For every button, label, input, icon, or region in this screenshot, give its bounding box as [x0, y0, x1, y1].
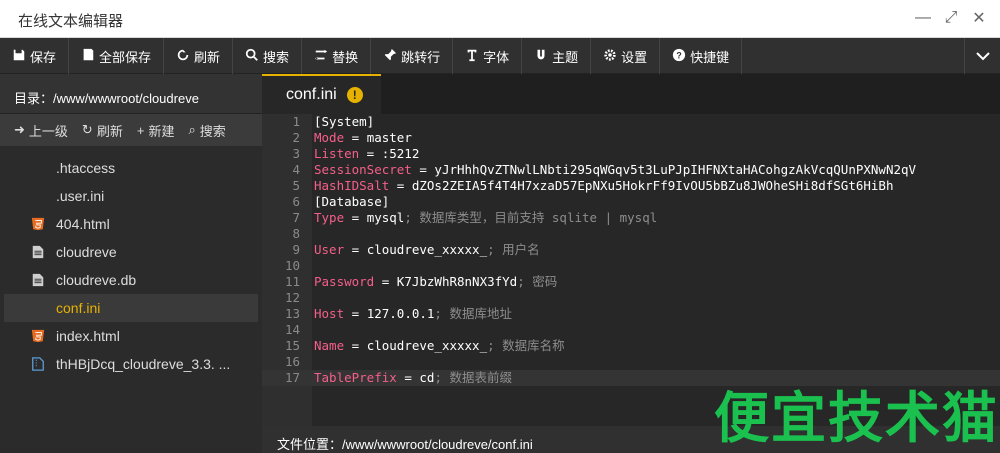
search-button[interactable]: 搜索 [233, 38, 303, 74]
tab-label: conf.ini [286, 86, 337, 103]
file-item[interactable]: 404.html [4, 210, 258, 238]
file-item[interactable]: conf.ini [4, 294, 258, 322]
theme-button[interactable]: 主题 [522, 38, 592, 74]
file-name: 404.html [56, 216, 110, 232]
document-icon [30, 244, 46, 260]
search-icon [245, 48, 259, 65]
file-name: .user.ini [56, 188, 105, 204]
code-line: 7 Type = mysql; 数据库类型，目前支持 sqlite | mysql… [292, 210, 658, 225]
refresh-icon: ↻ [81, 122, 93, 137]
code-line: 10 [284, 258, 300, 273]
code-line: 1[System][System] [292, 114, 375, 129]
file-sidebar: 目录：/www/wwwroot/cloudreve ➜ 上一级 ↻ 刷新 + 新建 ⌕… [0, 74, 262, 453]
settings-button[interactable]: 设置 [591, 38, 661, 74]
refresh-icon [176, 48, 190, 65]
new-file-button[interactable]: + 新建 [137, 121, 175, 140]
watermark-text: 便宜技术猫 [714, 386, 1000, 450]
blank-icon [30, 188, 46, 204]
save-icon [12, 48, 26, 65]
file-item[interactable]: .htaccess [4, 154, 258, 182]
file-name: thHBjDcq_cloudreve_3.3. ... [56, 356, 231, 372]
file-name: index.html [56, 328, 120, 344]
file-item[interactable]: index.html [4, 322, 258, 350]
maximize-icon[interactable]: ⤢ [942, 8, 960, 28]
file-item[interactable]: cloudreve.db [4, 266, 258, 294]
code-line: 8 [292, 226, 300, 241]
search-icon: ⌕ [188, 122, 196, 137]
pin-icon [383, 48, 397, 65]
code-line: 5 HashIDSalt = dZOs2ZEIA5f4T4H7xzaD57EpNX… [292, 178, 894, 193]
search-files-button[interactable]: ⌕ 搜索 [188, 121, 225, 140]
warning-icon: ! [346, 87, 363, 103]
gear-icon [603, 48, 617, 65]
replace-icon [314, 48, 328, 65]
code-line: 16 [284, 354, 300, 369]
document-icon [30, 272, 46, 288]
save-all-icon [81, 48, 95, 65]
file-item[interactable]: .user.ini [4, 182, 258, 210]
theme-icon [534, 48, 548, 65]
code-line: 13Host = 127.0.0.1; 数据库地址Host = 127.0.0.… [284, 306, 512, 321]
chevron-down-icon [975, 52, 990, 61]
code-line: 15Name = cloudreve_xxxxx_; 数据库名称Name = c… [284, 338, 565, 353]
blank-icon [30, 160, 46, 176]
replace-button[interactable]: 替换 [302, 38, 372, 74]
save-button[interactable]: 保存 [0, 38, 70, 74]
code-line: 6[Database][Database] [292, 194, 390, 209]
toolbar: 保存 全部保存 刷新 搜索 替换 跳转行 字体 主题 设置? 快捷键 [0, 38, 1000, 74]
code-line: 11Password = K7JbzWhR8nNX3fYd; 密码Passwor… [284, 274, 558, 289]
file-name: cloudreve.db [56, 272, 137, 288]
minimize-icon[interactable]: — [914, 8, 932, 28]
plus-icon: + [136, 122, 145, 138]
font-button[interactable]: 字体 [453, 38, 523, 74]
file-name: .htaccess [56, 160, 116, 176]
help-icon: ? [672, 48, 686, 65]
font-icon [465, 48, 479, 65]
html5-icon [30, 216, 46, 232]
code-line: 2Mode = masterMode = master [292, 130, 412, 145]
goto-button[interactable]: 跳转行 [371, 38, 454, 74]
file-item[interactable]: cloudreve [4, 238, 258, 266]
code-line: 14 [284, 322, 300, 337]
tab-conf-ini[interactable]: conf.ini ! [262, 74, 381, 114]
go-up-button[interactable]: ➜ 上一级 [14, 121, 68, 140]
file-item[interactable]: thHBjDcq_cloudreve_3.3. ... [4, 350, 258, 378]
window-title: 在线文本编辑器 [18, 13, 124, 30]
toolbar-expand-button[interactable] [964, 38, 1000, 74]
code-line: 9User = cloudreve_xxxxx_; 用户名User = clou… [292, 242, 540, 257]
shortcuts-button[interactable]: ? 快捷键 [660, 38, 743, 74]
refresh-button[interactable]: 刷新 [164, 38, 234, 74]
code-line: 4 SessionSecret = yJrHhhQvZTNwlLNbti295qW… [292, 162, 917, 177]
html5-icon [30, 328, 46, 344]
file-name: conf.ini [56, 300, 101, 316]
refresh-files-button[interactable]: ↻ 刷新 [82, 121, 123, 140]
code-line: 12 [284, 290, 300, 305]
directory-path: 目录：/www/wwwroot/cloudreve [0, 74, 262, 114]
file-name: cloudreve [56, 244, 117, 260]
svg-text:?: ? [676, 50, 681, 60]
arrow-up-icon: ➜ [14, 122, 25, 137]
blank-icon [30, 300, 46, 316]
save-all-button[interactable]: 全部保存 [69, 38, 165, 74]
title-bar: 在线文本编辑器 — ⤢ ✕ [0, 0, 1000, 38]
code-line: 3Listen = :5212Listen = :5212 [292, 146, 420, 161]
archive-icon [30, 356, 46, 372]
close-icon[interactable]: ✕ [970, 8, 988, 28]
